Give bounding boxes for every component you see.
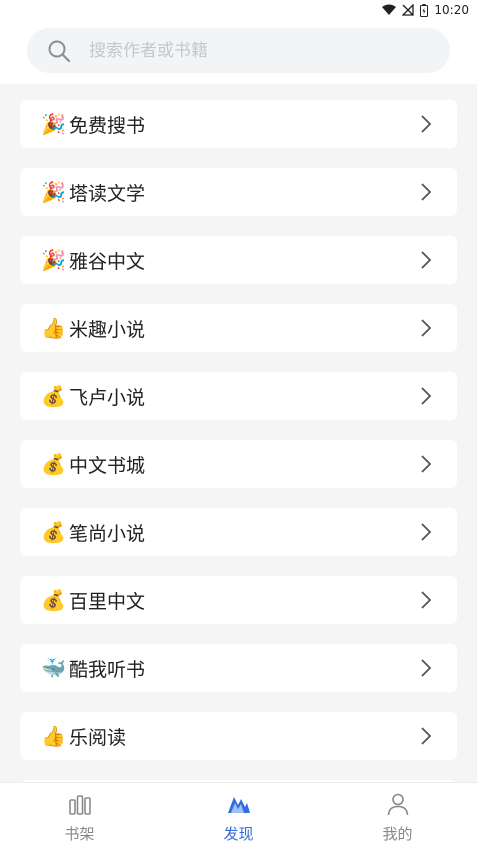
chevron-right-icon (421, 251, 432, 269)
chevron-right-icon (421, 319, 432, 337)
tab-label: 书架 (64, 825, 95, 843)
chevron-right-icon (421, 455, 432, 473)
tab-label: 我的 (382, 825, 413, 843)
thumbs-up-icon: 👍 (41, 724, 66, 748)
profile-icon (387, 793, 408, 816)
bookshelf-icon (68, 795, 91, 815)
list-item[interactable]: 🎉 雅谷中文 (20, 236, 457, 284)
status-icons (382, 3, 429, 17)
list-item-label: 中文书城 (69, 454, 146, 477)
tab-bookshelf[interactable]: 书架 (0, 783, 159, 848)
chevron-right-icon (421, 727, 432, 745)
tab-profile[interactable]: 我的 (318, 783, 477, 848)
chevron-right-icon (421, 183, 432, 201)
party-popper-icon: 🎉 (41, 112, 66, 136)
wifi-icon (382, 4, 397, 15)
battery-icon (420, 3, 429, 17)
list-item[interactable]: 💰 百里中文 (20, 576, 457, 624)
source-list: 🎉 免费搜书 🎉 塔读文学 🎉 雅谷中文 👍 米趣小说 💰 飞卢小说 💰 中文书… (0, 84, 477, 782)
list-item[interactable]: 💰 中文书城 (20, 440, 457, 488)
list-item-label: 乐阅读 (69, 726, 127, 749)
list-item[interactable]: 🎉 塔读文学 (20, 168, 457, 216)
discover-icon (227, 797, 250, 813)
status-time: 10:20 (434, 3, 469, 17)
bottom-nav: 书架 发现 我的 (0, 782, 477, 848)
list-item-label: 免费搜书 (69, 114, 146, 137)
money-bag-icon: 💰 (41, 588, 66, 612)
search-input[interactable] (87, 39, 421, 62)
status-bar: 10:20 (0, 0, 477, 20)
list-item-label: 酷我听书 (69, 658, 146, 681)
list-item-label: 雅谷中文 (69, 250, 146, 273)
list-item[interactable]: 🐳 酷我听书 (20, 644, 457, 692)
chevron-right-icon (421, 387, 432, 405)
chevron-right-icon (421, 523, 432, 541)
search-icon (48, 40, 71, 62)
list-item[interactable]: 👍 乐阅读 (20, 712, 457, 760)
search-box[interactable] (27, 28, 450, 73)
no-signal-icon (402, 4, 415, 16)
money-bag-icon: 💰 (41, 452, 66, 476)
list-item[interactable]: 🎉 免费搜书 (20, 100, 457, 148)
list-item[interactable]: 💰 笔尚小说 (20, 508, 457, 556)
chevron-right-icon (421, 659, 432, 677)
list-item[interactable]: 👍 米趣小说 (20, 304, 457, 352)
search-area (0, 20, 477, 84)
tab-label: 发现 (223, 825, 254, 843)
chevron-right-icon (421, 115, 432, 133)
money-bag-icon: 💰 (41, 384, 66, 408)
tab-discover[interactable]: 发现 (159, 783, 318, 848)
party-popper-icon: 🎉 (41, 248, 66, 272)
list-item-label: 米趣小说 (69, 318, 146, 341)
chevron-right-icon (421, 591, 432, 609)
money-bag-icon: 💰 (41, 520, 66, 544)
list-item-label: 飞卢小说 (69, 386, 146, 409)
whale-icon: 🐳 (41, 656, 66, 680)
party-popper-icon: 🎉 (41, 180, 66, 204)
thumbs-up-icon: 👍 (41, 316, 66, 340)
list-item-label: 百里中文 (69, 590, 146, 613)
list-item-label: 塔读文学 (69, 182, 146, 205)
list-item-label: 笔尚小说 (69, 522, 146, 545)
list-item[interactable]: 💰 飞卢小说 (20, 372, 457, 420)
